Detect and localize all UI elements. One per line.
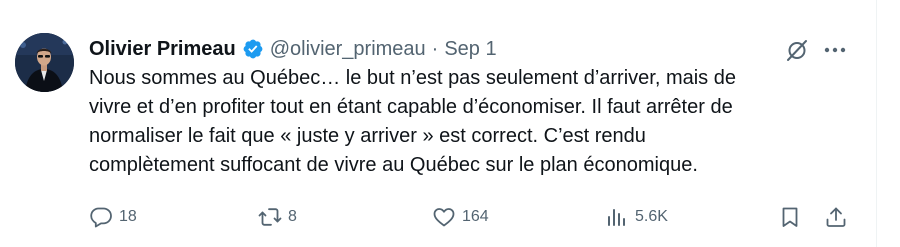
tweet-card[interactable]: Olivier Primeau @olivier_primeau · Sep 1… bbox=[0, 0, 877, 247]
views-count: 5.6K bbox=[635, 208, 668, 225]
author-handle[interactable]: @olivier_primeau bbox=[270, 38, 426, 61]
separator-dot: · bbox=[431, 37, 439, 60]
share-icon bbox=[826, 207, 846, 227]
share-button[interactable] bbox=[824, 203, 848, 231]
grok-icon[interactable] bbox=[785, 38, 809, 62]
bookmark-button[interactable] bbox=[778, 203, 802, 231]
tweet-text-line: Nous sommes au Québec… le but n’est pas … bbox=[89, 67, 736, 89]
avatar-image bbox=[15, 33, 74, 92]
views-button[interactable]: 5.6K bbox=[605, 203, 668, 231]
tweet-header: Olivier Primeau @olivier_primeau · Sep 1 bbox=[89, 36, 497, 62]
repost-count: 8 bbox=[288, 208, 297, 225]
reply-button[interactable]: 18 bbox=[89, 203, 137, 231]
tweet-text-line: normaliser le fait que « juste y arriver… bbox=[89, 125, 646, 147]
like-count: 164 bbox=[462, 208, 489, 225]
verified-badge-icon[interactable] bbox=[242, 38, 264, 60]
reply-count: 18 bbox=[119, 208, 137, 225]
views-icon bbox=[608, 209, 625, 226]
repost-button[interactable]: 8 bbox=[258, 203, 297, 231]
like-button[interactable]: 164 bbox=[432, 203, 489, 231]
reply-icon bbox=[90, 207, 112, 228]
repost-icon bbox=[258, 208, 282, 226]
avatar[interactable] bbox=[15, 33, 74, 92]
tweet-text-line: vivre et d’en profiter tout en étant cap… bbox=[89, 96, 733, 118]
like-icon bbox=[433, 208, 455, 227]
tweet-date[interactable]: Sep 1 bbox=[444, 38, 496, 61]
tweet-text-line: complètement suffocant de vivre au Québe… bbox=[89, 154, 698, 176]
bookmark-icon bbox=[782, 207, 798, 227]
author-name[interactable]: Olivier Primeau bbox=[89, 38, 236, 61]
more-icon[interactable] bbox=[822, 37, 848, 63]
tweet-text: Nous sommes au Québec… le but n’est pas … bbox=[89, 64, 849, 180]
